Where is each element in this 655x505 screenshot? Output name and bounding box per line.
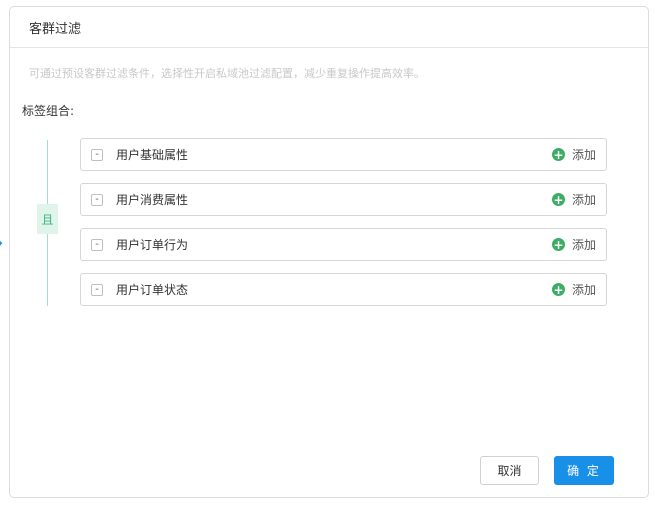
add-button[interactable]: + 添加 — [551, 236, 596, 253]
tag-group-label: 用户订单状态 — [116, 283, 189, 297]
plus-circle-icon: + — [551, 192, 565, 207]
tag-group-row: - 用户订单状态 + 添加 — [80, 273, 607, 306]
tag-group-label: 用户订单行为 — [116, 238, 189, 252]
add-label: 添加 — [571, 238, 596, 252]
minus-square-icon[interactable]: - — [91, 238, 103, 251]
plus-circle-icon: + — [551, 147, 565, 162]
tag-group-row: - 用户订单行为 + 添加 — [80, 228, 607, 261]
dialog-footer: 取消 确 定 — [480, 456, 614, 485]
add-label: 添加 — [571, 148, 596, 162]
minus-square-icon[interactable]: - — [91, 283, 103, 296]
add-button[interactable]: + 添加 — [551, 191, 596, 208]
confirm-button[interactable]: 确 定 — [554, 456, 614, 485]
dialog-title: 客群过滤 — [29, 21, 82, 37]
add-label: 添加 — [571, 193, 596, 207]
plus-circle-icon: + — [551, 282, 565, 297]
minus-square-icon[interactable]: - — [91, 148, 103, 161]
arrow-right-icon[interactable]: ➔ — [0, 236, 4, 250]
tag-group-row: - 用户基础属性 + 添加 — [80, 138, 607, 171]
tag-group-label: 用户基础属性 — [116, 148, 189, 162]
dialog-header: 客群过滤 — [10, 7, 648, 48]
cancel-button[interactable]: 取消 — [480, 456, 539, 485]
tag-group-row: - 用户消费属性 + 添加 — [80, 183, 607, 216]
add-label: 添加 — [571, 283, 596, 297]
logic-and-badge[interactable]: 且 — [37, 204, 58, 234]
tag-group-label: 用户消费属性 — [116, 193, 189, 207]
minus-square-icon[interactable]: - — [91, 193, 103, 206]
plus-circle-icon: + — [551, 237, 565, 252]
tag-combination-label: 标签组合: — [22, 104, 75, 118]
page: ➔ 客群过滤 可通过预设客群过滤条件，选择性开启私域池过滤配置，减少重复操作提高… — [0, 0, 655, 505]
add-button[interactable]: + 添加 — [551, 281, 596, 298]
hint-text: 可通过预设客群过滤条件，选择性开启私域池过滤配置，减少重复操作提高效率。 — [29, 67, 425, 80]
tag-group-list: - 用户基础属性 + 添加 - 用户消费属性 + 添加 - 用户订单行为 + 添… — [80, 138, 607, 306]
add-button[interactable]: + 添加 — [551, 146, 596, 163]
customer-filter-dialog: 客群过滤 可通过预设客群过滤条件，选择性开启私域池过滤配置，减少重复操作提高效率… — [9, 6, 649, 498]
